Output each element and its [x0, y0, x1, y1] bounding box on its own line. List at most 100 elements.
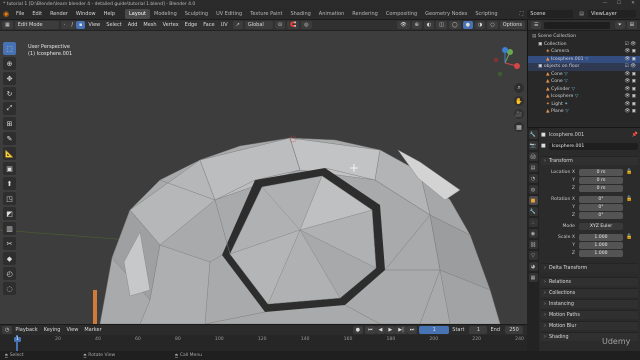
- menu-edit[interactable]: Edit: [28, 8, 46, 20]
- prev-key-icon[interactable]: ◀: [375, 326, 386, 334]
- menu-vertex[interactable]: Vertex: [160, 20, 182, 31]
- tab-geometry-nodes[interactable]: Geometry Nodes: [421, 9, 471, 19]
- menu-edge[interactable]: Edge: [182, 20, 201, 31]
- outliner-row[interactable]: ✦ Light ✦ 👁 ▣: [528, 101, 640, 109]
- delta-transform-panel-header[interactable]: Delta Transform: [541, 263, 638, 273]
- jump-start-icon[interactable]: ⏮: [364, 326, 376, 334]
- tab-uv-editing[interactable]: UV Editing: [212, 9, 246, 19]
- transform-orientation[interactable]: Global: [244, 21, 273, 29]
- scale-y-field[interactable]: 1.000: [579, 242, 623, 249]
- tab-animation[interactable]: Animation: [315, 9, 349, 19]
- motion-blur-panel-header[interactable]: Motion Blur: [541, 321, 638, 331]
- outliner-row[interactable]: ▲ Cylinder ▽ 👁 ▣: [528, 86, 640, 94]
- jump-end-icon[interactable]: ⏭: [406, 326, 418, 334]
- zoom-icon[interactable]: ⌕: [514, 83, 524, 93]
- outliner-row[interactable]: ▲ Plane ▽ 👁 ▣: [528, 108, 640, 116]
- object-tab-icon[interactable]: ■: [528, 196, 538, 205]
- lock-rotation-icon[interactable]: 🔓: [626, 196, 632, 202]
- camera-view-icon[interactable]: 🎥: [514, 109, 524, 119]
- current-frame-field[interactable]: 1: [419, 326, 450, 334]
- outliner-row[interactable]: ▲ Cone ▽ 👁 ▣: [528, 71, 640, 79]
- location-x-field[interactable]: 0 m: [579, 169, 623, 176]
- location-z-field[interactable]: 0 m: [579, 185, 623, 192]
- rendered-shading-icon[interactable]: ○: [487, 21, 498, 29]
- outliner-row[interactable]: ▣ Collection ☑ 👁: [528, 41, 640, 49]
- new-collection-icon[interactable]: ⊞: [626, 21, 637, 29]
- outliner-row[interactable]: ▣ objects on floor ☑ 👁: [528, 63, 640, 71]
- material-tab-icon[interactable]: ◕: [528, 262, 538, 271]
- annotate-icon[interactable]: ✎: [3, 132, 16, 145]
- data-tab-icon[interactable]: ▽: [528, 251, 538, 260]
- tab-sculpting[interactable]: Sculpting: [181, 9, 212, 19]
- tool-tab-icon[interactable]: 🔧: [528, 130, 538, 139]
- 3d-viewport[interactable]: [0, 31, 527, 324]
- tab-texture-paint[interactable]: Texture Paint: [246, 9, 286, 19]
- add-cube-icon[interactable]: ▣: [3, 162, 16, 175]
- filter-icon[interactable]: ⏷: [614, 21, 625, 29]
- lock-scale-icon[interactable]: 🔓: [626, 234, 632, 240]
- dome-mesh[interactable]: [0, 31, 527, 324]
- smooth-icon[interactable]: ◌: [3, 282, 16, 295]
- menu-window[interactable]: Window: [72, 8, 100, 20]
- timeline[interactable]: 1 20 40 60 80 100 120 140 160 180 200 22…: [0, 335, 527, 351]
- menu-playback[interactable]: Playback: [12, 325, 40, 336]
- ortho-toggle-icon[interactable]: ▦: [514, 122, 524, 132]
- menu-mesh[interactable]: Mesh: [140, 20, 159, 31]
- menu-timeline-view[interactable]: View: [63, 325, 81, 336]
- select-box-icon[interactable]: ⬚: [3, 42, 16, 55]
- cursor-icon[interactable]: ⊕: [3, 57, 16, 70]
- edge-select-icon[interactable]: /: [68, 21, 77, 29]
- transform-panel-header[interactable]: Transform: [541, 156, 638, 166]
- measure-icon[interactable]: 📐: [3, 147, 16, 160]
- particles-tab-icon[interactable]: ∴: [528, 218, 538, 227]
- outliner-search-input[interactable]: [544, 21, 610, 29]
- rotation-z-field[interactable]: 0°: [579, 212, 623, 219]
- bevel-icon[interactable]: ◩: [3, 207, 16, 220]
- inset-icon[interactable]: ◳: [3, 192, 16, 205]
- pin-icon[interactable]: 📌: [632, 132, 638, 138]
- solid-shading-icon[interactable]: ●: [462, 21, 473, 29]
- rotation-y-field[interactable]: 0°: [579, 204, 623, 211]
- menu-render[interactable]: Render: [46, 8, 72, 20]
- motion-paths-panel-header[interactable]: Motion Paths: [541, 310, 638, 320]
- outliner-row[interactable]: ▲ Cone ▽ 👁 ▣: [528, 78, 640, 86]
- outliner-row[interactable]: ◈ Camera 👁 ▣: [528, 48, 640, 56]
- lock-location-icon[interactable]: 🔓: [626, 169, 632, 175]
- rotate-icon[interactable]: ↻: [3, 87, 16, 100]
- snap-icon[interactable]: 🧲: [287, 21, 300, 29]
- outliner-row[interactable]: ▤ Scene Collection: [528, 33, 640, 41]
- poly-build-icon[interactable]: ◆: [3, 252, 16, 265]
- loop-cut-icon[interactable]: ▥: [3, 222, 16, 235]
- move-icon[interactable]: ✥: [3, 72, 16, 85]
- minimize-button[interactable]: —: [598, 0, 612, 8]
- menu-select[interactable]: Select: [103, 20, 124, 31]
- texture-tab-icon[interactable]: ▦: [528, 273, 538, 282]
- menu-help[interactable]: Help: [100, 8, 119, 20]
- object-name-field[interactable]: Icosphere.001: [548, 142, 638, 150]
- scale-icon[interactable]: ⤢: [3, 102, 16, 115]
- outliner-row[interactable]: ▲ Icosphere.001 ▽ 👁 ▣: [528, 55, 640, 63]
- menu-keying[interactable]: Keying: [41, 325, 64, 336]
- visibility-icon[interactable]: 👁: [397, 21, 410, 29]
- pivot-icon[interactable]: ⊙: [274, 21, 286, 29]
- rotation-x-field[interactable]: 0°: [579, 196, 623, 203]
- tab-compositing[interactable]: Compositing: [382, 9, 421, 19]
- world-tab-icon[interactable]: ◍: [528, 185, 538, 194]
- record-icon[interactable]: ●: [352, 326, 363, 334]
- orientation-icon[interactable]: ↗: [232, 21, 243, 29]
- material-shading-icon[interactable]: ◑: [474, 21, 486, 29]
- pan-hand-icon[interactable]: ✋: [514, 96, 524, 106]
- extrude-icon[interactable]: ⬆: [3, 177, 16, 190]
- menu-view[interactable]: View: [85, 20, 103, 31]
- options-button[interactable]: Options: [499, 21, 525, 29]
- close-button[interactable]: ✕: [626, 0, 640, 8]
- maximize-button[interactable]: ☐: [612, 0, 626, 8]
- spin-icon[interactable]: ◴: [3, 267, 16, 280]
- menu-add[interactable]: Add: [125, 20, 141, 31]
- overlay-icon[interactable]: ◐: [423, 21, 435, 29]
- instancing-panel-header[interactable]: Instancing: [541, 299, 638, 309]
- physics-tab-icon[interactable]: ◉: [528, 229, 538, 238]
- constraints-tab-icon[interactable]: ⛓: [528, 240, 538, 249]
- view-layer-tab-icon[interactable]: ▤: [528, 163, 538, 172]
- transform-icon[interactable]: ⊞: [3, 117, 16, 130]
